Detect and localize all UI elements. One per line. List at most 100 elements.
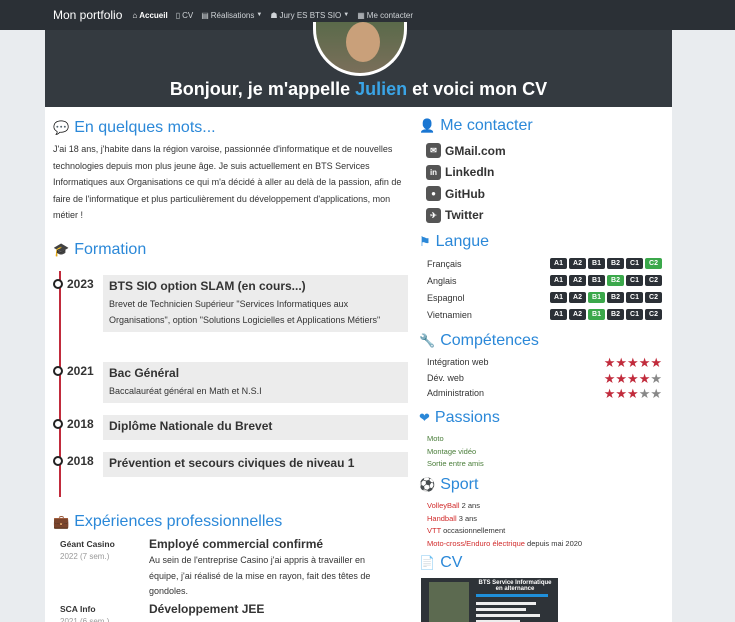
sport-name: VolleyBall [427,501,460,510]
home-icon: ⌂ [132,10,138,20]
nav-item-label: Me contacter [366,10,414,20]
contact-link-github[interactable]: ● GitHub [426,186,485,201]
about-text: J'ai 18 ans, j'habite dans la région var… [53,144,402,220]
sport-item: Handball 3 ans [427,513,582,526]
skill-row: Dév. web ★ ★ ★ ★ ★ [427,370,662,386]
section-sport-title: ⚽ Sport [419,476,479,493]
timeline-card: Diplôme Nationale du Brevet [103,415,408,440]
experience-duration: 2021 (6 sem.) [60,617,110,622]
cv-thumbnail-photo [429,582,469,622]
grad-cap-icon: ☗ [270,10,278,20]
level-badge: C2 [645,309,662,320]
ball-icon: ⚽ [419,477,436,492]
grad-cap-icon: 🎓 [53,242,70,257]
nav-item-label: Jury ES BTS SIO [279,10,342,20]
level-badge: B1 [588,309,605,320]
contact-link-gmail-com[interactable]: ✉ GMail.com [426,143,506,158]
cv-thumbnail[interactable]: BTS Service Informatique en alternance [421,578,558,622]
language-label: Français [427,258,462,269]
language-levels: A1 A2 B1 B2 C1 C2 [550,258,662,269]
skill-row: Administration ★ ★ ★ ★ ★ [427,386,662,401]
sport-name: VTT [427,526,442,535]
star-icon: ★ [603,386,616,401]
skill-label: Dév. web [427,372,464,383]
skill-label: Administration [427,388,485,398]
experience-title: Employé commercial confirmé [149,537,324,551]
chevron-down-icon: ▼ [256,12,263,18]
hero-header: Bonjour, je m'appelle Julien et voici mo… [45,22,672,107]
contact-link-twitter[interactable]: ✈ Twitter [426,207,484,223]
contact-label: GitHub [445,186,485,201]
contact-link-linkedin[interactable]: in LinkedIn [426,164,494,180]
section-contact-title: 👤 Me contacter [419,117,533,134]
level-badge: C2 [645,275,662,286]
nav-item-me-contacter[interactable]: ▦ Me contacter [357,11,413,20]
language-row: Français A1 A2 B1 B2 C1 C2 [427,258,662,269]
language-label: Espagnol [427,292,465,303]
card-icon: ▦ [357,10,365,20]
experience-desc: Au sein de l'entreprise Casino j'ai appr… [149,555,371,596]
level-badge: C1 [626,309,643,320]
level-badge: A1 [550,275,567,286]
star-icon: ★ [615,370,628,386]
level-badge: C1 [626,275,643,286]
timeline-year: 2021 [67,364,94,378]
sport-item: Moto-cross/Enduro électrique depuis mai … [427,538,582,551]
right-column: 👤 Me contacter ✉ GMail.com in LinkedIn ● GitHu… [418,107,672,622]
timeline-card: Prévention et secours civiques de niveau… [103,452,408,477]
comment-icon: 💬 [53,120,70,135]
sport-detail: 2 ans [459,501,480,510]
file-icon: ▯ [175,10,181,20]
nav-item-cv[interactable]: ▯ CV [176,11,194,20]
star-icon: ★ [638,370,651,386]
star-icon: ★ [638,355,651,370]
level-badge: A1 [550,292,567,303]
timeline-dot [53,456,63,466]
language-row: Espagnol A1 A2 B1 B2 C1 C2 [427,292,662,303]
timeline-year: 2023 [67,277,94,291]
sport-detail: depuis mai 2020 [524,538,583,548]
navbar-brand[interactable]: Mon portfolio [53,8,122,22]
timeline-card-desc: Baccalauréat général en Math et N.S.I [109,386,262,396]
timeline-card-title: Bac Général [109,366,180,380]
skill-label: Intégration web [427,357,489,367]
nav-item-accueil[interactable]: ⌂ Accueil [132,11,167,20]
section-cv-title: 📄 CV [419,554,463,571]
level-badge: B2 [607,309,624,320]
language-levels: A1 A2 B1 B2 C1 C2 [550,292,662,303]
skill-stars: ★ ★ ★ ★ ★ [603,355,662,370]
star-icon: ★ [603,355,616,370]
level-badge: C2 [645,258,662,269]
level-badge: A2 [569,258,586,269]
section-passions-title: ❤ Passions [419,409,500,426]
wrench-icon: 🔧 [419,333,436,348]
timeline-card-title: BTS SIO option SLAM (en cours...) [109,279,306,293]
sport-detail: occasionnellement [441,526,506,535]
passion-item: Moto [427,434,444,443]
sport-list: VolleyBall 2 ans Handball 3 ans VTT occasi… [427,500,582,550]
level-badge: B1 [588,258,605,269]
level-badge: A2 [569,292,586,303]
star-icon: ★ [627,355,639,370]
timeline-item: 2018 Diplôme Nationale du Brevet [53,415,408,440]
timeline-card: Bac Général Baccalauréat général en Math … [103,362,408,403]
timeline-card-title: Diplôme Nationale du Brevet [109,419,273,433]
level-badge: A1 [550,309,567,320]
level-badge: C2 [645,292,662,303]
star-icon: ★ [603,370,616,386]
nav-item-r-alisations[interactable]: ▤ Réalisations ▼ [201,11,262,20]
skill-stars: ★ ★ ★ ★ ★ [603,370,662,386]
nav-item-jury-es-bts-sio[interactable]: ☗ Jury ES BTS SIO ▼ [270,11,349,20]
level-badge: A1 [550,258,567,269]
chevron-down-icon: ▼ [343,12,350,18]
sport-name: Handball [427,513,457,523]
section-experiences-title: 💼 Expériences professionnelles [53,513,283,530]
experience-company: Géant Casino [60,539,115,549]
section-about-title: 💬 En quelques mots... [53,119,216,136]
skill-stars: ★ ★ ★ ★ ★ [603,386,662,401]
list-icon: ▤ [201,10,209,20]
language-levels: A1 A2 B1 B2 C1 C2 [550,309,662,320]
nav-item-label: CV [182,10,194,20]
star-icon: ★ [615,386,628,401]
contact-label: Twitter [445,208,484,222]
